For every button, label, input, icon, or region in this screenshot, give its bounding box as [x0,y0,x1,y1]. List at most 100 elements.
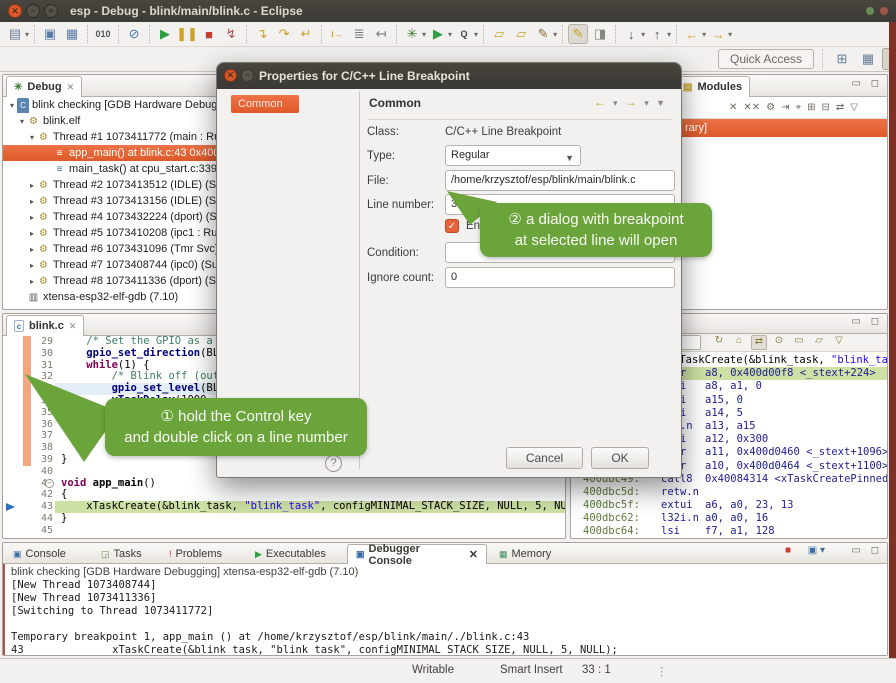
tree-expand-icon[interactable]: ▸ [27,178,37,193]
mark-occurrences-icon[interactable]: ◨ [590,24,610,44]
save-all-icon[interactable]: ▦ [62,24,82,44]
save-icon[interactable]: ▣ [40,24,60,44]
line-number[interactable]: 40 [25,466,53,478]
suspend-icon[interactable]: ❚❚ [177,24,197,44]
tab-tasks[interactable]: ◲Tasks [93,544,159,564]
instruction-stepping-mode-icon[interactable]: ≣ [349,24,369,44]
tab-blink-c[interactable]: c blink.c ✕ [6,315,84,336]
next-annotation-icon[interactable]: ↓ [621,24,641,44]
maximize-view-icon[interactable]: ◻ [871,316,879,327]
remove-all-modules-icon[interactable]: ✕✕ [743,102,760,113]
editor-line[interactable]: 43 xTaskCreate(&blink_task, "blink_task"… [3,501,565,513]
tab-close-icon[interactable]: ✕ [67,82,75,93]
disassembly-row[interactable]: 400dbc5d:retw.n [571,486,887,499]
tree-expand-icon[interactable]: ▾ [27,130,37,145]
modules-selected-row[interactable]: rary] [673,119,887,137]
line-number[interactable]: 30 [25,348,53,360]
goto-file-icon[interactable]: ⇥ [781,102,789,113]
maximize-view-icon[interactable]: ◻ [871,78,879,89]
step-over-icon[interactable]: ↷ [274,24,294,44]
tree-expand-icon[interactable]: ▸ [27,242,37,257]
tab-modules[interactable]: ▤ Modules [675,76,750,97]
editor-line[interactable]: 45 [3,525,565,537]
dialog-nav-icons[interactable]: ← ▾ → ▾ ▼ [594,95,667,109]
line-number[interactable]: 45 [25,525,53,537]
window-minimize-button[interactable]: − [26,4,40,18]
remove-module-icon[interactable]: ✕ [729,102,737,113]
tab-close-icon[interactable]: ✕ [469,548,478,561]
new-wizard-icon[interactable]: ▤ [5,24,25,44]
forward-history-dropdown-icon[interactable]: ▾ [728,30,732,39]
fold-collapse-icon[interactable]: − [45,479,54,488]
sync-selection-icon[interactable]: ⇄ [751,335,767,350]
tree-expand-icon[interactable]: ▾ [17,114,27,129]
display-console-icon[interactable]: ▣ ▾ [808,545,825,556]
tree-expand-icon[interactable]: ▸ [27,194,37,209]
tab-executables[interactable]: ▶Executables [247,544,343,564]
terminate-console-icon[interactable]: ■ [785,545,791,556]
new-view-icon[interactable]: ▭ [791,335,807,350]
collapse-all-icon[interactable]: ⊟ [822,102,830,113]
tab-debugger-console[interactable]: ▣Debugger Console✕ [347,544,487,564]
previous-annotation-icon[interactable]: ↑ [647,24,667,44]
line-number[interactable]: 42 [25,489,53,501]
forward-history-icon[interactable]: → [708,24,728,44]
run-icon[interactable]: ▶ [428,24,448,44]
binary-view-icon[interactable]: 010 [93,24,113,44]
view-menu-icon[interactable]: ▽ [850,102,858,113]
previous-annotation-dropdown-icon[interactable]: ▾ [667,30,671,39]
type-dropdown[interactable]: Regular ▼ [445,145,581,166]
open-type-icon[interactable]: ▱ [489,24,509,44]
debug-dropdown-icon[interactable]: ▾ [422,30,426,39]
drop-to-frame-icon[interactable]: ↤ [371,24,391,44]
tree-expand-icon[interactable]: ▸ [27,226,37,241]
collapse-icon[interactable]: ⌖ [795,102,801,113]
terminate-icon[interactable]: ■ [199,24,219,44]
pin-editor-dropdown-icon[interactable]: ▾ [553,30,557,39]
editor-line[interactable]: 41−void app_main() [3,478,565,490]
window-maximize-button[interactable]: + [44,4,58,18]
tab-close-icon[interactable]: ✕ [69,321,77,332]
profile-dropdown-icon[interactable]: ▾ [474,30,478,39]
tab-memory[interactable]: ▦Memory [491,544,563,564]
pin-view-icon[interactable]: ▱ [811,335,827,350]
disconnect-icon[interactable]: ↯ [221,24,241,44]
line-number[interactable]: 43 [25,501,53,513]
ok-button[interactable]: OK [591,447,649,469]
minimize-view-icon[interactable]: ▭ [852,316,861,327]
minimize-view-icon[interactable]: ▭ [852,78,861,89]
line-number[interactable]: 44 [25,513,53,525]
minimize-view-icon[interactable]: ▭ [852,545,861,556]
resume-icon[interactable]: ▶ [155,24,175,44]
disassembly-row[interactable]: 400dbc5f:extuia6, a0, 23, 13 [571,499,887,512]
debug-icon[interactable]: ✳ [402,24,422,44]
cpp-perspective-icon[interactable]: ▦ [856,48,880,70]
disassembly-row[interactable]: 400dbc62:l32i.na0, a0, 16 [571,512,887,525]
load-symbols-icon[interactable]: ⚙ [766,102,775,113]
profile-icon[interactable]: Q [454,24,474,44]
tab-console[interactable]: ▣Console [5,544,91,564]
quick-access-button[interactable]: Quick Access [718,49,814,69]
back-history-icon[interactable]: ← [682,24,702,44]
tree-expand-icon[interactable]: ▸ [27,258,37,273]
tree-expand-icon[interactable]: ▸ [27,210,37,225]
editor-line[interactable]: 44} [3,513,565,525]
help-button[interactable]: ? [325,455,342,472]
maximize-view-icon[interactable]: ◻ [871,545,879,556]
toggle-highlight-marker-icon[interactable]: ✎ [568,24,588,44]
sort-icon[interactable]: ⇄ [836,102,844,113]
home-icon[interactable]: ⌂ [731,335,747,350]
window-close-button[interactable]: ✕ [8,4,22,18]
dialog-close-button[interactable]: ✕ [224,69,237,82]
dialog-sidebar-item-common[interactable]: Common [231,95,299,113]
refresh-icon[interactable]: ↻ [711,335,727,350]
step-instruction-icon[interactable]: i→ [327,24,347,44]
run-dropdown-icon[interactable]: ▾ [448,30,452,39]
ignore-count-field[interactable]: 0 [445,267,675,288]
show-source-icon[interactable]: ⊙ [771,335,787,350]
disassembly-row[interactable]: 400dbc64:lsif7, a1, 128 [571,525,887,538]
tree-expand-icon[interactable]: ▾ [7,98,17,113]
new-wizard-dropdown-icon[interactable]: ▾ [25,30,29,39]
tab-debug[interactable]: ✳ Debug ✕ [6,76,82,97]
tab-problems[interactable]: !Problems [161,544,245,564]
